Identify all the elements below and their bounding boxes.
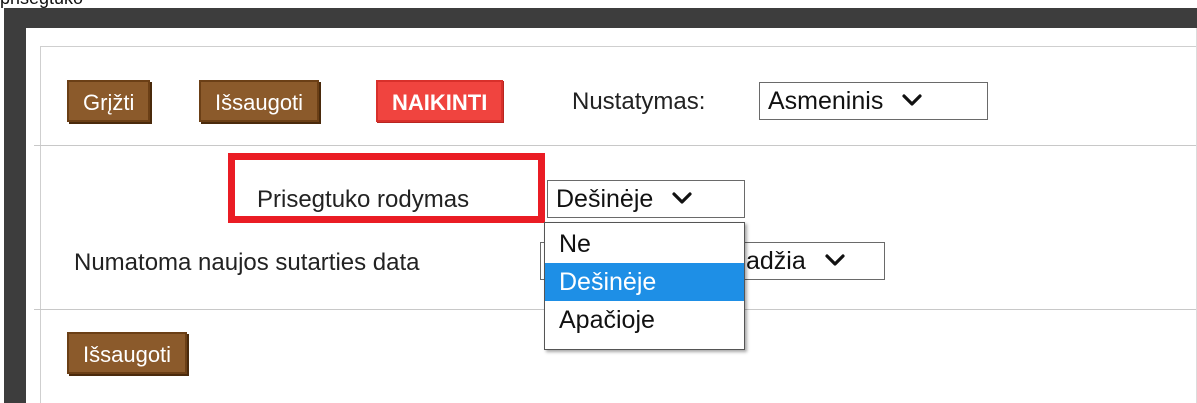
new-contract-date-value: adžia [746, 247, 806, 275]
new-contract-date-label: Numatoma naujos sutarties data [74, 249, 420, 276]
save-button[interactable]: Išsaugoti [199, 80, 320, 122]
setting-select[interactable]: Asmeninis [759, 82, 988, 120]
attachment-display-select[interactable]: Dešinėje [547, 180, 745, 218]
footer-save-button[interactable]: Išsaugoti [67, 332, 188, 374]
dropdown-option-ne[interactable]: Ne [545, 225, 744, 263]
setting-select-value: Asmeninis [768, 87, 884, 115]
attachment-display-value: Dešinėje [556, 185, 654, 213]
dropdown-option-apacioje[interactable]: Apačioje [545, 301, 744, 339]
setting-label: Nustatymas: [572, 88, 706, 115]
back-button[interactable]: Grįžti [67, 80, 151, 122]
chevron-down-icon [902, 94, 922, 106]
delete-button[interactable]: NAIKINTI [376, 80, 504, 122]
dropdown-option-desineje[interactable]: Dešinėje [545, 263, 744, 301]
divider-top [34, 145, 1197, 146]
chevron-down-icon [825, 254, 845, 266]
chevron-down-icon [672, 192, 692, 204]
attachment-display-dropdown: Ne Dešinėje Apačioje [544, 222, 745, 350]
attachment-display-label: Prisegtuko rodymas [257, 186, 470, 213]
top-caption: prisegtuko [0, 0, 83, 8]
